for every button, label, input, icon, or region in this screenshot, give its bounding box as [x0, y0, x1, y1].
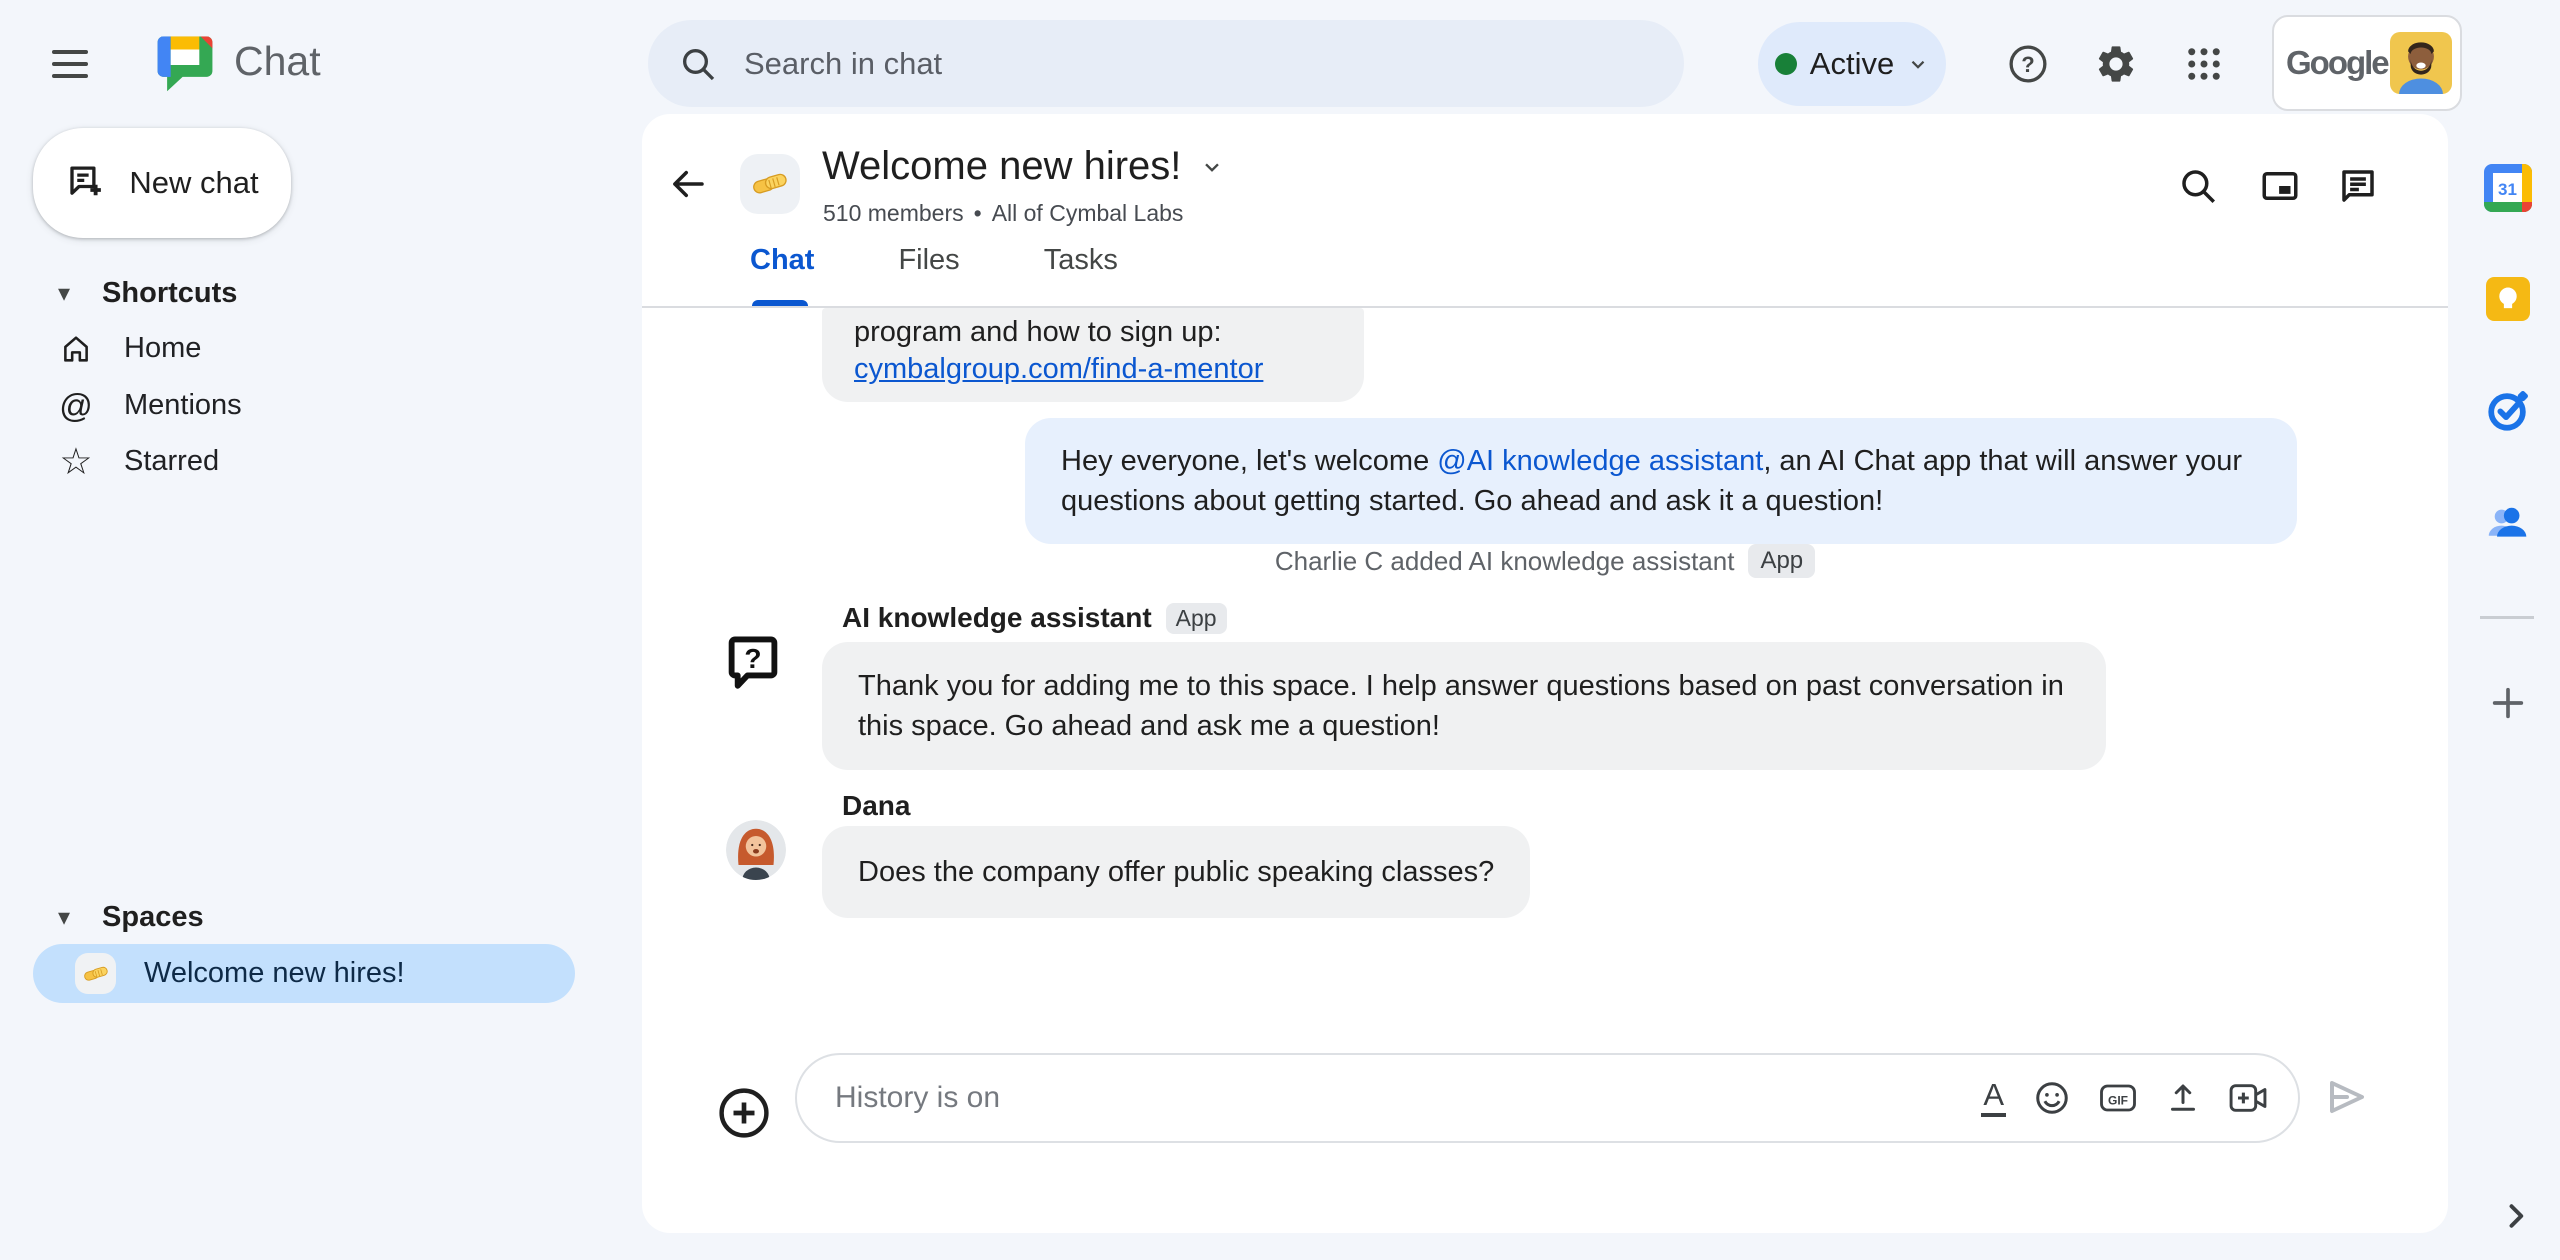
message-text: Does the company offer public speaking c… — [858, 856, 1495, 888]
mention-link[interactable]: @AI knowledge assistant — [1437, 445, 1763, 477]
message-composer[interactable]: A GIF — [795, 1053, 2300, 1143]
conversation-title-menu[interactable]: Welcome new hires! — [822, 144, 1225, 189]
sidebar-item-home[interactable]: Home — [0, 320, 580, 377]
bullet-separator: • — [973, 200, 982, 226]
new-chat-label: New chat — [129, 165, 259, 200]
search-input[interactable] — [742, 44, 1654, 83]
sender-name: Dana — [842, 790, 911, 821]
star-icon: ☆ — [59, 441, 93, 482]
collapse-panel-chevron-icon[interactable] — [2498, 1198, 2534, 1234]
at-icon: @ — [59, 386, 93, 424]
sidebar-item-label: Home — [124, 332, 202, 364]
calendar-app-icon[interactable]: 31 — [2483, 163, 2533, 213]
contacts-app-icon[interactable] — [2483, 497, 2533, 547]
active-status-dot — [1774, 53, 1797, 75]
org-scope: All of Cymbal Labs — [991, 200, 1184, 226]
rail-divider — [2480, 616, 2534, 619]
space-avatar-handshake-icon[interactable] — [740, 154, 800, 214]
message-text: Hey everyone, let's welcome — [1061, 445, 1438, 477]
picture-in-picture-icon[interactable] — [2256, 162, 2304, 210]
message-text: Thank you for adding me to this space. I… — [858, 670, 2064, 742]
dana-avatar[interactable] — [726, 820, 786, 880]
shortcuts-label: Shortcuts — [102, 276, 238, 309]
text-format-icon[interactable]: A — [1981, 1079, 2006, 1117]
message-bubble-dana: Does the company offer public speaking c… — [822, 826, 1531, 918]
caret-down-icon[interactable]: ▾ — [58, 903, 70, 932]
keep-app-icon[interactable] — [2483, 274, 2533, 324]
conversation-subtitle: 510 members • All of Cymbal Labs — [823, 200, 1183, 227]
help-button[interactable]: ? — [2004, 40, 2052, 88]
handshake-emoji-icon — [75, 953, 116, 994]
message-bubble-assistant: Thank you for adding me to this space. I… — [822, 642, 2106, 770]
send-message-icon[interactable] — [2321, 1071, 2373, 1123]
video-meet-icon[interactable] — [2228, 1080, 2268, 1116]
chevron-down-icon — [1199, 154, 1225, 180]
tab-files[interactable]: Files — [898, 244, 959, 277]
member-count: 510 members — [823, 200, 964, 226]
svg-text:?: ? — [2021, 52, 2034, 77]
tab-tasks[interactable]: Tasks — [1044, 244, 1118, 277]
search-in-conversation-icon[interactable] — [2174, 162, 2222, 210]
settings-gear-icon[interactable] — [2092, 40, 2140, 88]
conversation-panel: Welcome new hires! 510 members • All of … — [642, 114, 2448, 1233]
message-link[interactable]: cymbalgroup.com/find-a-mentor — [854, 351, 1332, 388]
composer-toolbar: A GIF — [1981, 1079, 2268, 1117]
app-name: Chat — [234, 38, 321, 84]
status-selector[interactable]: Active — [1758, 22, 1946, 106]
threads-chat-icon[interactable] — [2334, 162, 2382, 210]
caret-down-icon[interactable]: ▾ — [58, 279, 70, 308]
message-text: program and how to sign up: — [854, 316, 1222, 348]
add-apps-plus-icon[interactable] — [2483, 678, 2533, 728]
shortcuts-section-header[interactable]: ▾ Shortcuts — [0, 268, 237, 318]
svg-text:31: 31 — [2498, 180, 2517, 199]
app-badge: App — [1748, 544, 1816, 578]
sidebar-space-welcome-new-hires[interactable]: Welcome new hires! — [33, 944, 575, 1003]
chevron-down-icon — [1907, 53, 1929, 75]
system-message: Charlie C added AI knowledge assistant A… — [642, 544, 2448, 578]
message-bubble-partial: program and how to sign up: cymbalgroup.… — [822, 308, 1364, 402]
tab-chat[interactable]: Chat — [750, 244, 814, 277]
gif-icon[interactable]: GIF — [2098, 1080, 2138, 1116]
system-message-text: Charlie C added AI knowledge assistant — [1274, 545, 1735, 576]
app-badge: App — [1165, 602, 1227, 634]
spaces-section-header[interactable]: ▾ Spaces — [0, 892, 204, 942]
sender-name: AI knowledge assistant — [842, 602, 1152, 633]
spaces-label: Spaces — [102, 900, 204, 933]
google-apps-grid-icon[interactable] — [2180, 40, 2228, 88]
message-input[interactable] — [833, 1080, 1962, 1116]
svg-text:GIF: GIF — [2108, 1094, 2128, 1108]
conversation-tabs: Chat Files Tasks — [642, 244, 1118, 306]
sidebar-item-mentions[interactable]: @ Mentions — [0, 377, 580, 434]
main-menu-icon[interactable] — [52, 44, 92, 84]
add-attachment-plus-icon[interactable] — [714, 1083, 774, 1143]
back-arrow-icon[interactable] — [664, 160, 712, 208]
sidebar-item-label: Starred — [124, 445, 220, 477]
new-chat-icon — [65, 162, 107, 204]
google-account-badge[interactable]: Google — [2272, 15, 2462, 111]
page-title: Welcome new hires! — [822, 144, 1182, 188]
google-chat-window: Chat Active ? Google — [0, 0, 2560, 1260]
user-avatar[interactable] — [2390, 32, 2452, 94]
home-icon — [56, 332, 96, 366]
message-bubble-announcement: Hey everyone, let's welcome @AI knowledg… — [1025, 418, 2297, 544]
search-bar[interactable] — [648, 20, 1684, 107]
status-label: Active — [1809, 46, 1895, 81]
svg-text:?: ? — [744, 643, 761, 674]
sidebar-item-label: Mentions — [124, 389, 242, 421]
tasks-app-icon[interactable] — [2483, 385, 2533, 435]
space-label: Welcome new hires! — [144, 957, 405, 989]
search-icon — [678, 44, 718, 84]
google-chat-logo-icon — [156, 34, 214, 96]
message-sender-row: AI knowledge assistant App — [842, 602, 1227, 634]
new-chat-button[interactable]: New chat — [33, 128, 291, 238]
emoji-icon[interactable] — [2033, 1079, 2071, 1117]
ai-assistant-avatar[interactable]: ? — [726, 634, 780, 698]
upload-icon[interactable] — [2165, 1080, 2201, 1116]
google-logo: Google — [2286, 44, 2390, 81]
sidebar-item-starred[interactable]: ☆ Starred — [0, 433, 580, 490]
